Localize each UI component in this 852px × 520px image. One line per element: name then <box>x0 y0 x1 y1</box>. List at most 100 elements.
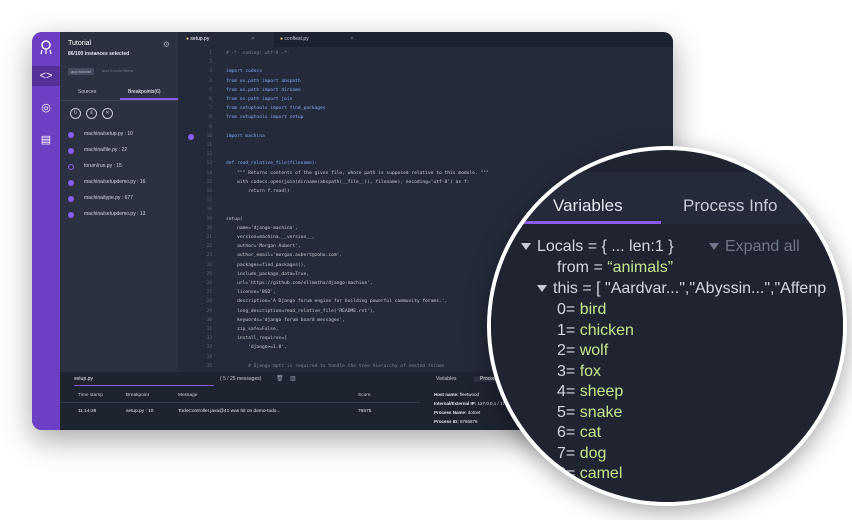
line-number[interactable]: 1 <box>182 51 212 56</box>
line-number[interactable]: 16 <box>182 189 212 194</box>
variables-tree: Locals = { ... len:1 } Expand all from =… <box>491 224 843 502</box>
line-number[interactable]: 20 <box>182 226 212 231</box>
line-number[interactable]: 27 <box>182 290 212 295</box>
filter-chip[interactable]: app:tutorial <box>68 68 94 75</box>
log-row-time[interactable]: 11:14:28 <box>78 409 96 414</box>
array-item[interactable]: 3= fox <box>557 363 601 381</box>
array-item[interactable]: 4= sheep <box>557 383 623 401</box>
info-row: Host name: fleetwood <box>434 392 480 397</box>
message-count: ( 5 / 25 messages) <box>220 376 262 382</box>
line-number[interactable]: 15 <box>182 180 212 185</box>
line-number[interactable]: 29 <box>182 309 212 314</box>
array-item[interactable]: 6= cat <box>557 424 601 442</box>
col-message: Message <box>178 393 198 398</box>
line-number[interactable]: 9 <box>182 125 212 130</box>
breakpoint-marker-icon[interactable] <box>188 133 194 140</box>
log-row-message[interactable]: TodoController.java@41 was hit on demo-t… <box>178 409 280 414</box>
breakpoint-dot-icon <box>68 212 74 218</box>
code-line: install_requires=[ <box>226 336 287 342</box>
magnified-variables-panel: Variables Process Info Locals = { ... le… <box>491 150 843 502</box>
line-number[interactable]: 21 <box>182 235 212 240</box>
active-tab-indicator <box>120 98 178 100</box>
tab-conftest-py[interactable]: ● conftest.py ✕ <box>274 32 372 47</box>
code-line: license='BSD', <box>226 290 276 296</box>
line-number[interactable]: 25 <box>182 272 212 277</box>
tab-sources[interactable]: Sources <box>78 89 96 95</box>
breakpoint-dot-icon <box>68 132 74 138</box>
more-filters[interactable]: and 3 more filters <box>102 68 133 73</box>
code-line: from os.path import abspath <box>226 78 301 84</box>
array-item[interactable]: 1= chicken <box>557 322 634 340</box>
array-item[interactable]: 2= wolf <box>557 342 608 360</box>
array-item[interactable]: 7= dog <box>557 445 606 463</box>
line-number[interactable]: 26 <box>182 281 212 286</box>
line-number[interactable]: 3 <box>182 69 212 74</box>
info-row: Process ID: 8786878 <box>434 419 478 424</box>
line-number[interactable]: 5 <box>182 88 212 93</box>
line-number[interactable]: 33 <box>182 345 212 350</box>
tab-setup-py[interactable]: ● setup.py ✕ <box>178 32 274 47</box>
tab-breakpoints[interactable]: Breakpoints(6) <box>128 89 161 95</box>
line-number[interactable]: 24 <box>182 263 212 268</box>
line-number[interactable]: 2 <box>182 60 212 65</box>
locals-node[interactable]: Locals = { ... len:1 } <box>521 238 674 256</box>
line-number[interactable]: 28 <box>182 299 212 304</box>
array-item[interactable]: 5= snake <box>557 404 622 422</box>
tab-variables[interactable]: Variables <box>436 376 456 382</box>
line-number[interactable]: 22 <box>182 244 212 249</box>
line-number[interactable]: 7 <box>182 106 212 111</box>
line-number[interactable]: 23 <box>182 253 212 258</box>
tab-variables[interactable]: Variables <box>553 196 623 216</box>
side-panel: Tutorial 86/100 instances selected ⚙ app… <box>60 32 178 372</box>
code-line: # Django-mptt is required to handle the … <box>226 363 445 369</box>
info-row: Process Name: dotnet <box>434 410 481 415</box>
variable-from[interactable]: from = “animals” <box>557 259 673 277</box>
line-number[interactable]: 10 <box>182 134 212 139</box>
line-gutter[interactable]: 1 2 3 4 5 6 7 8 9 10 11 12 13 14 15 16 17 18 19 20 21 22 23 24 2… <box>178 47 218 372</box>
trash-icon[interactable]: 🗑 <box>276 375 284 382</box>
code-line: setup( <box>226 216 243 222</box>
line-number[interactable]: 8 <box>182 115 212 120</box>
expand-all-button[interactable]: Expand all <box>709 238 800 256</box>
code-line: from setuptools import setup <box>226 115 304 121</box>
log-row-breakpoint[interactable]: setup.py : 10 <box>126 409 153 414</box>
line-number[interactable]: 13 <box>182 161 212 166</box>
variable-this[interactable]: this = [ "Aardvar...","Abyssin...","Affe… <box>537 280 826 298</box>
code-line: # -*- coding: utf-8 -*- <box>226 51 290 56</box>
line-number[interactable]: 14 <box>182 171 212 176</box>
log-row-score[interactable]: 76575 <box>358 409 371 414</box>
line-number[interactable]: 18 <box>182 207 212 212</box>
close-icon[interactable]: ✕ <box>350 36 354 42</box>
col-timestamp: Time stamp <box>78 393 103 398</box>
log-search-input[interactable]: setup.py <box>74 376 214 386</box>
magnifier-lens: Variables Process Info Locals = { ... le… <box>487 146 847 506</box>
line-number[interactable]: 35 <box>182 364 212 369</box>
array-item[interactable]: 0= bird <box>557 301 606 319</box>
target-icon[interactable]: ◎ <box>36 98 56 118</box>
array-item[interactable]: 8= camel <box>557 465 622 483</box>
workspace-title: Tutorial <box>68 40 92 47</box>
code-line: description='A Django forum engine for b… <box>226 299 448 305</box>
line-number[interactable]: 4 <box>182 79 212 84</box>
line-number[interactable]: 34 <box>182 355 212 360</box>
line-number[interactable]: 19 <box>182 217 212 222</box>
line-number[interactable]: 30 <box>182 318 212 323</box>
code-line: zip_safe=False, <box>226 327 279 332</box>
line-number[interactable]: 32 <box>182 336 212 341</box>
gear-icon[interactable]: ⚙ <box>163 40 170 49</box>
tab-process-info[interactable]: Process Info <box>683 196 778 216</box>
line-number[interactable]: 6 <box>182 97 212 102</box>
server-icon[interactable]: ▤ <box>36 130 56 150</box>
line-number[interactable]: 31 <box>182 327 212 332</box>
code-icon[interactable]: <> <box>32 66 60 86</box>
line-number[interactable]: 12 <box>182 152 212 157</box>
refresh-icon[interactable]: ↻ <box>70 108 81 119</box>
code-line: """ Returns contents of the given file, … <box>226 170 489 176</box>
chart-icon[interactable]: ▥ <box>290 375 296 382</box>
line-number[interactable]: 17 <box>182 198 212 203</box>
pause-icon[interactable]: Ⅱ <box>86 108 97 119</box>
delete-icon[interactable]: ✕ <box>102 108 113 119</box>
code-line: author='Morgan Aubert', <box>226 244 301 250</box>
line-number[interactable]: 11 <box>182 143 212 148</box>
close-icon[interactable]: ✕ <box>251 36 255 42</box>
